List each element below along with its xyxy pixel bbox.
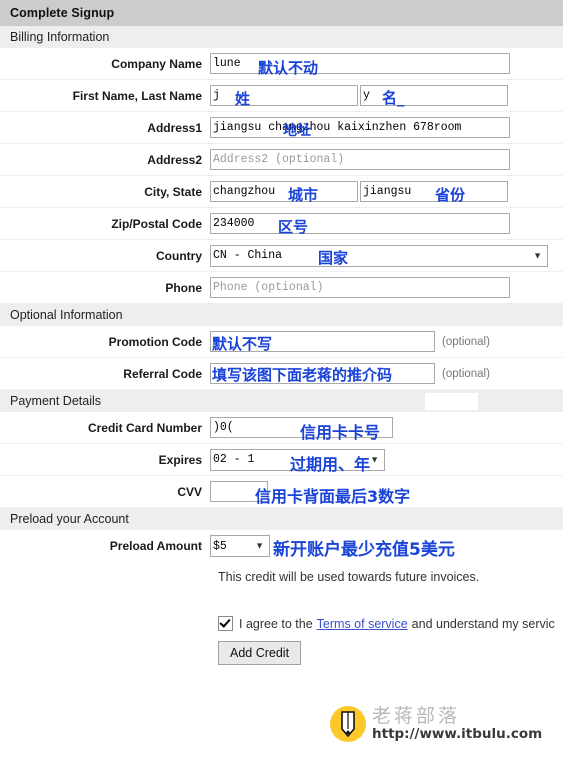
address2-input[interactable]: Address2 (optional) [210,149,510,170]
terms-text-post: and understand my servic [411,616,555,631]
watermark: 老蒋部落 http://www.itbulu.com [330,706,542,742]
row-names: First Name, Last Name j y 姓 名_ [0,80,563,112]
section-header-preload: Preload your Account [0,508,563,530]
label-address1: Address1 [147,120,202,135]
row-phone: Phone Phone (optional) [0,272,563,304]
country-select-wrap[interactable]: CN - China ▼ [210,244,548,267]
row-company-name: Company Name lune 默认不动 [0,48,563,80]
label-city-state: City, State [144,184,202,199]
redaction-patch [425,393,478,410]
row-city-state: City, State changzhou jiangsu 城市 省份 [0,176,563,208]
credit-card-number-input[interactable]: )0( [210,417,393,438]
referral-code-input[interactable] [210,363,435,384]
watermark-text: 老蒋部落 http://www.itbulu.com [372,704,543,742]
label-cvv: CVV [177,484,202,499]
label-address2: Address2 [147,152,202,167]
address1-input[interactable]: jiangsu changzhou kaixinzhen 678room [210,117,510,138]
label-country: Country [156,248,202,263]
section-label-billing: Billing Information [10,30,110,44]
watermark-url: http://www.itbulu.com [372,725,543,742]
row-cvv: CVV 信用卡背面最后3数字 [0,476,563,508]
label-zip: Zip/Postal Code [111,216,202,231]
preload-credit-note: This credit will be used towards future … [218,570,480,584]
add-credit-button[interactable]: Add Credit [218,641,302,665]
last-name-input[interactable]: y [360,85,508,106]
label-promotion-code: Promotion Code [108,334,202,349]
watermark-brand: 老蒋部落 [372,704,461,727]
label-phone: Phone [165,280,202,295]
label-expires: Expires [158,452,202,467]
preload-amount-select[interactable]: $5 [210,535,270,557]
annotation-cvv: 信用卡背面最后3数字 [255,487,411,506]
section-label-preload: Preload your Account [10,512,129,526]
row-zip: Zip/Postal Code 234000 区号 [0,208,563,240]
country-select[interactable]: CN - China [210,244,548,267]
section-header-billing: Billing Information [0,26,563,48]
add-credit-row: Add Credit [0,631,563,665]
first-name-input[interactable]: j [210,85,358,106]
row-address1: Address1 jiangsu changzhou kaixinzhen 67… [0,112,563,144]
promotion-code-optional-note: (optional) [442,335,490,348]
section-label-payment: Payment Details [10,394,102,408]
row-expires: Expires 02 - 1 ▼ 过期用、年 [0,444,563,476]
state-input[interactable]: jiangsu [360,181,508,202]
row-preload-amount: Preload Amount $5 ▼ 新开账户最少充值5美元 [0,530,563,562]
expires-select-wrap[interactable]: 02 - 1 ▼ [210,448,385,471]
section-header-payment: Payment Details [0,390,563,412]
section-label-optional: Optional Information [10,308,123,322]
city-input[interactable]: changzhou [210,181,358,202]
expires-select[interactable]: 02 - 1 [210,448,385,471]
terms-checkbox[interactable] [218,616,233,631]
terms-of-service-link[interactable]: Terms of service [317,617,408,631]
page-title-bar: Complete Signup [0,0,563,26]
cvv-input[interactable] [210,481,268,502]
referral-code-optional-note: (optional) [442,367,490,380]
row-country: Country CN - China ▼ 国家 [0,240,563,272]
label-credit-card-number: Credit Card Number [87,420,202,435]
label-preload-amount: Preload Amount [109,539,202,553]
company-name-input[interactable]: lune [210,53,510,74]
page-title: Complete Signup [10,6,115,20]
row-promotion-code: Promotion Code (optional) 默认不写 [0,326,563,358]
pencil-icon [341,711,355,737]
row-referral-code: Referral Code (optional) 填写该图下面老蒋的推介码 [0,358,563,390]
section-header-optional: Optional Information [0,304,563,326]
annotation-preload-amount: 新开账户最少充值5美元 [273,540,455,560]
label-first-last-name: First Name, Last Name [72,88,202,103]
row-credit-card-number: Credit Card Number )0( 信用卡卡号 [0,412,563,444]
terms-text-pre: I agree to the [239,616,313,631]
label-referral-code: Referral Code [123,366,202,381]
signup-page: Complete Signup Billing Information Comp… [0,0,563,758]
label-company-name: Company Name [111,56,202,71]
row-address2: Address2 Address2 (optional) [0,144,563,176]
pencil-badge-icon [330,706,366,742]
promotion-code-input[interactable] [210,331,435,352]
terms-agreement-row: I agree to the Terms of service and unde… [0,584,563,631]
preload-amount-select-wrap[interactable]: $5 ▼ [210,535,270,557]
zip-input[interactable]: 234000 [210,213,510,234]
phone-input[interactable]: Phone (optional) [210,277,510,298]
